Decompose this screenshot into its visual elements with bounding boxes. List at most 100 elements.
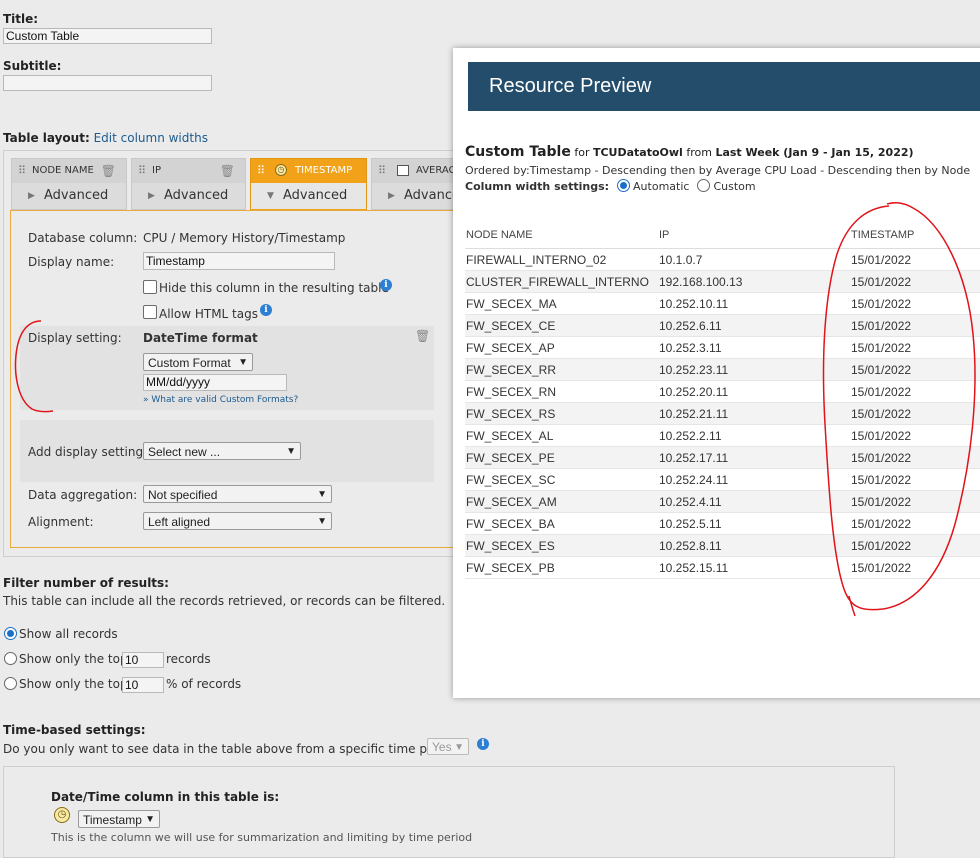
format-select-value: Custom Format xyxy=(148,356,231,370)
drag-handle-icon[interactable]: ⠿ xyxy=(378,159,386,183)
tab-ip[interactable]: ⠿ IP 🗑 ▶ Advanced xyxy=(131,158,246,210)
width-automatic-radio[interactable] xyxy=(616,179,630,192)
chevron-down-icon: ▼ xyxy=(145,814,155,825)
alignment-label: Alignment: xyxy=(28,515,94,529)
custom-formats-link[interactable]: » What are valid Custom Formats? xyxy=(143,395,298,405)
advanced-button[interactable]: Advanced xyxy=(283,188,347,203)
preview-ordered-by: Ordered by:Timestamp - Descending then b… xyxy=(465,164,971,177)
title-input[interactable]: Custom Table xyxy=(3,28,212,44)
time-period-select[interactable]: Yes ▼ xyxy=(427,738,469,755)
column-settings-panel: Database column: CPU / Memory History/Ti… xyxy=(10,210,462,548)
datetime-column-label: Date/Time column in this table is: xyxy=(51,790,280,804)
advanced-button[interactable]: Advance xyxy=(404,188,460,203)
table-layout-label: Table layout: xyxy=(3,131,90,145)
display-name-label: Display name: xyxy=(28,255,115,269)
top-percent-suffix: % of records xyxy=(166,677,242,691)
hide-column-checkbox[interactable] xyxy=(143,280,157,294)
edit-column-widths-link[interactable]: Edit column widths xyxy=(94,131,208,145)
info-icon[interactable]: i xyxy=(260,304,272,316)
add-display-label: Add display settings: xyxy=(28,445,154,459)
title-label: Title: xyxy=(3,12,39,26)
node-name-cell: FIREWALL_INTERNO_02 xyxy=(465,248,658,271)
chevron-down-icon: ▼ xyxy=(267,191,274,201)
chevron-down-icon: ▼ xyxy=(454,742,464,753)
node-name-cell: FW_SECEX_BA xyxy=(465,512,658,535)
table-icon xyxy=(397,165,409,176)
show-all-label: Show all records xyxy=(19,627,118,641)
width-settings-label: Column width settings: xyxy=(465,180,610,193)
advanced-button[interactable]: Advanced xyxy=(44,188,108,203)
width-custom-radio[interactable] xyxy=(696,179,710,192)
tab-timestamp[interactable]: ⠿ ◷ TIMESTAMP ▼ Advanced xyxy=(250,158,367,211)
chevron-right-icon: ▶ xyxy=(28,191,35,201)
tab-average[interactable]: ⠿ AVERAG ▶ Advance xyxy=(371,158,461,210)
preview-table-title: Custom Table xyxy=(465,144,571,160)
chevron-down-icon: ▼ xyxy=(238,357,248,368)
preview-header: Resource Preview xyxy=(468,62,980,111)
allow-html-label: Allow HTML tags xyxy=(159,307,258,321)
alignment-select-value: Left aligned xyxy=(148,515,211,529)
chevron-down-icon: ▼ xyxy=(286,446,296,457)
preview-period: Last Week (Jan 9 - Jan 15, 2022) xyxy=(715,146,914,159)
chevron-right-icon: ▶ xyxy=(388,191,395,201)
tab-label: NODE NAME xyxy=(32,165,94,176)
top-records-suffix: records xyxy=(166,652,211,666)
filter-description: This table can include all the records r… xyxy=(3,594,446,608)
add-display-select-value: Select new ... xyxy=(148,445,221,459)
width-custom-label: Custom xyxy=(713,180,756,193)
allow-html-checkbox[interactable] xyxy=(143,305,157,319)
alignment-select[interactable]: Left aligned ▼ xyxy=(143,512,332,530)
datetime-column-select[interactable]: Timestamp ▼ xyxy=(78,810,160,828)
top-records-input[interactable]: 10 xyxy=(122,652,164,668)
drag-handle-icon[interactable]: ⠿ xyxy=(18,159,26,183)
node-name-cell: FW_SECEX_RR xyxy=(465,358,658,381)
chevron-down-icon: ▼ xyxy=(317,516,327,527)
top-records-radio[interactable] xyxy=(4,652,17,665)
clock-icon: ◷ xyxy=(275,164,287,176)
info-icon[interactable]: i xyxy=(477,738,489,750)
trash-icon[interactable]: 🗑 xyxy=(101,159,116,183)
aggregation-select[interactable]: Not specified ▼ xyxy=(143,485,332,503)
node-name-cell: CLUSTER_FIREWALL_INTERNO xyxy=(465,270,658,293)
advanced-button[interactable]: Advanced xyxy=(164,188,228,203)
format-select[interactable]: Custom Format ▼ xyxy=(143,353,253,371)
datetime-column-select-value: Timestamp xyxy=(83,813,142,827)
info-icon[interactable]: i xyxy=(380,279,392,291)
width-automatic-label: Automatic xyxy=(633,180,690,193)
db-column-value: CPU / Memory History/Timestamp xyxy=(143,231,346,245)
display-name-input[interactable]: Timestamp xyxy=(143,252,335,270)
format-input[interactable]: MM/dd/yyyy xyxy=(143,374,287,391)
trash-icon[interactable]: 🗑 xyxy=(415,329,430,343)
node-name-cell: FW_SECEX_SC xyxy=(465,468,658,491)
subtitle-input[interactable] xyxy=(3,75,212,91)
preview-title-line: Custom Table for TCUDatatoOwl from Last … xyxy=(465,144,914,160)
aggregation-label: Data aggregation: xyxy=(28,488,138,502)
node-name-cell: FW_SECEX_ES xyxy=(465,534,658,557)
node-name-cell: FW_SECEX_AM xyxy=(465,490,658,513)
tab-node-name[interactable]: ⠿ NODE NAME 🗑 ▶ Advanced xyxy=(11,158,127,210)
preview-for-word: for xyxy=(574,146,590,159)
db-column-label: Database column: xyxy=(28,231,138,245)
time-question: Do you only want to see data in the tabl… xyxy=(3,742,464,756)
datetime-format-label: DateTime format xyxy=(143,331,258,345)
top-percent-prefix: Show only the top xyxy=(19,677,128,691)
show-all-radio[interactable] xyxy=(4,627,17,640)
drag-handle-icon[interactable]: ⠿ xyxy=(257,159,265,183)
node-name-cell: FW_SECEX_PE xyxy=(465,446,658,469)
add-display-select[interactable]: Select new ... ▼ xyxy=(143,442,301,460)
table-layout-row: Table layout: Edit column widths xyxy=(3,131,208,145)
preview-width-row: Column width settings: Automatic Custom xyxy=(465,179,756,193)
drag-handle-icon[interactable]: ⠿ xyxy=(138,159,146,183)
tab-label: IP xyxy=(152,165,161,176)
trash-icon[interactable]: 🗑 xyxy=(220,159,235,183)
node-name-cell: FW_SECEX_AP xyxy=(465,336,658,359)
node-name-cell: FW_SECEX_AL xyxy=(465,424,658,447)
filter-heading: Filter number of results: xyxy=(3,576,169,590)
top-percent-radio[interactable] xyxy=(4,677,17,690)
top-percent-input[interactable]: 10 xyxy=(122,677,164,693)
time-period-select-value: Yes xyxy=(432,740,452,754)
node-name-cell: FW_SECEX_CE xyxy=(465,314,658,337)
subtitle-label: Subtitle: xyxy=(3,59,62,73)
hide-column-label: Hide this column in the resulting table xyxy=(159,281,389,295)
node-name-cell: FW_SECEX_RN xyxy=(465,380,658,403)
